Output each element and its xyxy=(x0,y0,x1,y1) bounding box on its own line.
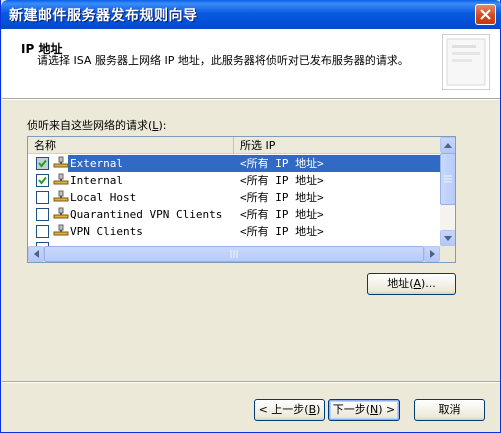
column-header-name[interactable]: 名称 xyxy=(28,137,234,154)
horizontal-scroll-thumb[interactable] xyxy=(44,246,424,262)
check-icon xyxy=(38,176,47,185)
row-ip: <所有 IP 地址> xyxy=(240,191,324,204)
wizard-header: IP 地址 请选择 ISA 服务器上网络 IP 地址，此服务器将侦听对已发布服务… xyxy=(2,29,500,99)
checkbox-external[interactable] xyxy=(36,157,49,170)
title-bar[interactable]: 新建邮件服务器发布规则向导 xyxy=(1,0,501,29)
row-name: VPN Clients xyxy=(70,225,143,238)
next-button[interactable]: 下一步(N) > xyxy=(328,399,400,421)
network-icon xyxy=(53,173,69,185)
network-icon xyxy=(53,207,69,219)
row-ip: <所有 IP 地址> xyxy=(240,225,324,238)
scroll-down-button[interactable] xyxy=(440,230,455,246)
checkbox-internal[interactable] xyxy=(36,174,49,187)
row-ip: <所有 IP 地址> xyxy=(240,174,324,187)
vertical-scrollbar[interactable] xyxy=(440,137,455,246)
scroll-up-button[interactable] xyxy=(440,137,455,153)
scrollbar-corner xyxy=(440,246,455,262)
header-description: 请选择 ISA 服务器上网络 IP 地址，此服务器将侦听对已发布服务器的请求。 xyxy=(37,54,409,67)
check-icon xyxy=(38,159,47,168)
listview-rows: External <所有 IP 地址> Internal <所有 IP 地址> xyxy=(28,155,440,257)
scroll-right-button[interactable] xyxy=(424,246,440,262)
close-icon xyxy=(480,9,491,20)
column-header-ip[interactable]: 所选 IP xyxy=(234,137,440,154)
list-item-internal[interactable]: Internal <所有 IP 地址> xyxy=(28,172,440,189)
listview-caption: 侦听来自这些网络的请求(L): xyxy=(27,119,167,132)
listview-header: 名称 所选 IP xyxy=(28,137,440,154)
row-ip: <所有 IP 地址> xyxy=(240,208,324,221)
list-item-external[interactable]: External <所有 IP 地址> xyxy=(28,155,440,172)
checkbox-vpn-clients[interactable] xyxy=(36,225,49,238)
horizontal-scrollbar[interactable] xyxy=(28,246,440,262)
checkbox-local-host[interactable] xyxy=(36,191,49,204)
vertical-scroll-thumb[interactable] xyxy=(440,153,455,205)
wizard-graphic-icon xyxy=(442,34,490,90)
row-name: External xyxy=(70,157,123,170)
close-button[interactable] xyxy=(475,4,496,25)
network-icon xyxy=(53,156,69,168)
row-name: Quarantined VPN Clients xyxy=(70,208,223,221)
arrow-down-icon xyxy=(444,235,452,241)
list-item-quarantined-vpn-clients[interactable]: Quarantined VPN Clients <所有 IP 地址> xyxy=(28,206,440,223)
network-icon xyxy=(53,190,69,202)
wizard-window: 新建邮件服务器发布规则向导 IP 地址 请选择 ISA 服务器上网络 IP 地址… xyxy=(0,0,501,433)
checkbox-quarantined-vpn-clients[interactable] xyxy=(36,208,49,221)
footer-separator xyxy=(2,381,500,383)
row-name: Local Host xyxy=(70,191,137,204)
list-item-local-host[interactable]: Local Host <所有 IP 地址> xyxy=(28,189,440,206)
cancel-button[interactable]: 取消 xyxy=(414,399,485,421)
arrow-right-icon xyxy=(429,250,435,258)
back-button[interactable]: < 上一步(B) xyxy=(254,399,325,421)
row-ip: <所有 IP 地址> xyxy=(240,157,324,170)
list-item-vpn-clients[interactable]: VPN Clients <所有 IP 地址> xyxy=(28,223,440,240)
arrow-up-icon xyxy=(444,142,452,148)
window-title: 新建邮件服务器发布规则向导 xyxy=(9,8,198,24)
header-separator xyxy=(2,99,500,100)
scroll-left-button[interactable] xyxy=(28,246,44,262)
row-name: Internal xyxy=(70,174,123,187)
address-button[interactable]: 地址(A)... xyxy=(367,273,456,295)
arrow-left-icon xyxy=(33,250,39,258)
network-icon xyxy=(53,224,69,236)
network-listview[interactable]: 名称 所选 IP External <所有 IP 地址> Internal <所… xyxy=(27,136,456,263)
